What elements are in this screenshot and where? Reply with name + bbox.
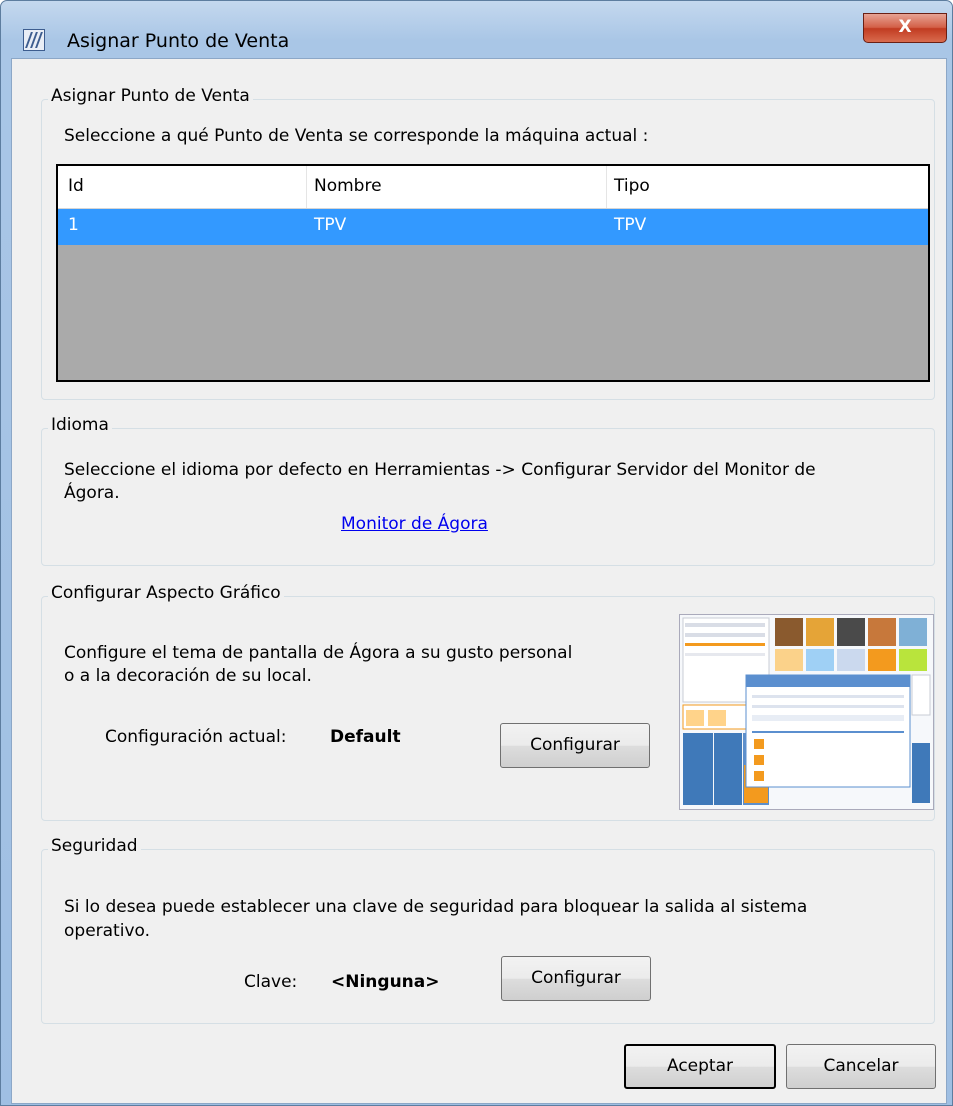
accept-button[interactable]: Aceptar [624,1044,776,1089]
current-config-value: Default [330,727,401,747]
table-row[interactable]: 1 TPV TPV [58,209,928,245]
theme-preview-image [679,614,934,810]
seguridad-text-line1: Si lo desea puede establecer una clave d… [64,897,808,917]
app-icon [23,29,45,51]
aspecto-text-line2: o a la decoración de su local. [64,666,312,686]
close-icon: X [898,17,912,37]
cell-id: 1 [68,215,79,235]
window-title: Asignar Punto de Venta [67,30,290,52]
cancel-button-label: Cancelar [823,1056,899,1076]
aspecto-group-legend: Configurar Aspecto Gráfico [48,583,284,603]
pos-instruction: Seleccione a qué Punto de Venta se corre… [64,126,649,146]
close-button[interactable]: X [863,13,947,43]
cancel-button[interactable]: Cancelar [786,1044,936,1089]
aspecto-text-line1: Configure el tema de pantalla de Ágora a… [64,643,573,663]
key-value: <Ninguna> [331,972,440,992]
pos-grid[interactable]: Id Nombre Tipo 1 TPV TPV [56,164,930,382]
column-header-tipo[interactable]: Tipo [614,176,650,196]
idioma-groupbox: Idioma Seleccione el idioma por defecto … [41,415,935,566]
dialog-window: Asignar Punto de Venta X Asignar Punto d… [0,0,953,1106]
dialog-client-area: Asignar Punto de Venta Seleccione a qué … [11,58,947,1104]
key-label: Clave: [244,972,298,992]
configure-theme-button[interactable]: Configurar [500,723,650,768]
grid-header: Id Nombre Tipo [58,166,928,209]
cell-tipo: TPV [614,215,647,235]
pos-group-legend: Asignar Punto de Venta [48,86,253,106]
idioma-group-legend: Idioma [48,415,112,435]
title-bar[interactable]: Asignar Punto de Venta X [1,1,952,57]
configure-key-button-label: Configurar [531,968,621,988]
column-header-id[interactable]: Id [68,176,84,196]
monitor-agora-link[interactable]: Monitor de Ágora [341,514,488,534]
current-config-label: Configuración actual: [105,727,287,747]
idioma-text-line1: Seleccione el idioma por defecto en Herr… [64,460,816,480]
configure-theme-button-label: Configurar [530,735,620,755]
accept-button-label: Aceptar [667,1056,733,1076]
idioma-text-line2: Ágora. [64,483,120,503]
cell-nombre: TPV [314,215,347,235]
seguridad-text-line2: operativo. [64,921,151,941]
seguridad-groupbox: Seguridad Si lo desea puede establecer u… [41,836,935,1024]
seguridad-group-legend: Seguridad [48,836,141,856]
column-header-nombre[interactable]: Nombre [314,176,382,196]
configure-key-button[interactable]: Configurar [501,956,651,1001]
